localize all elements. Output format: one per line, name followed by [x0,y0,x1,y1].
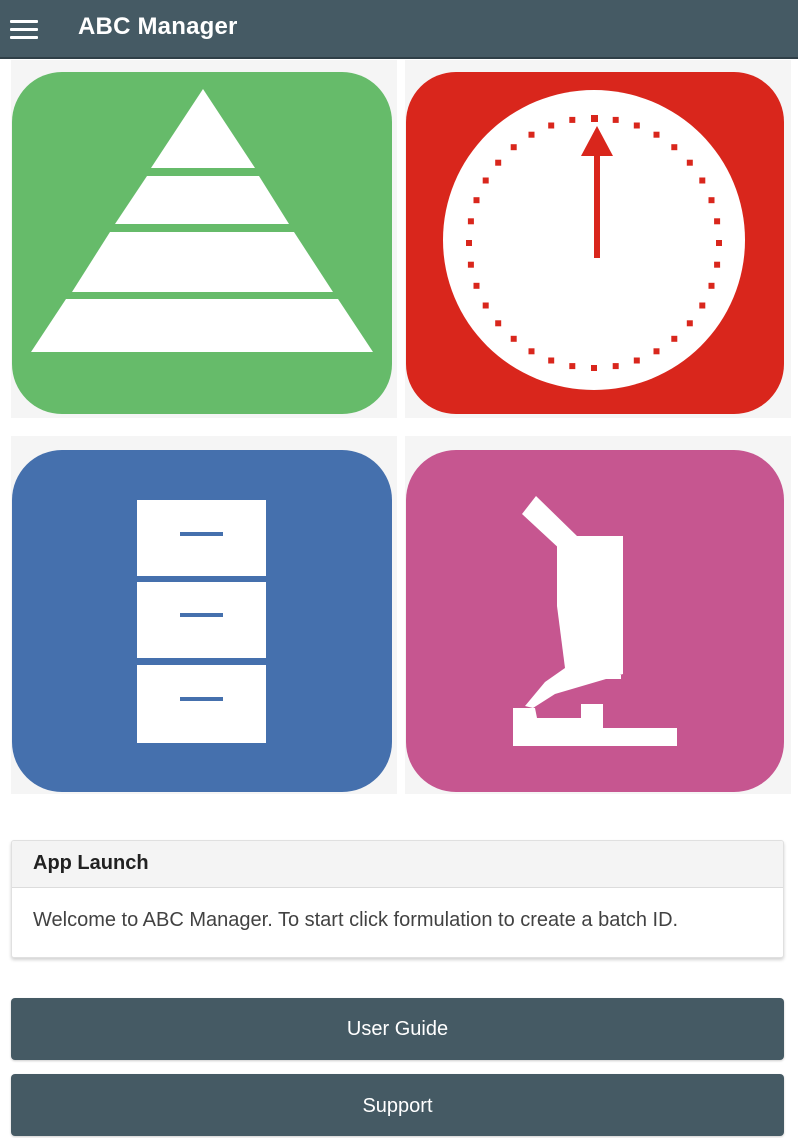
clock-dot [528,348,535,355]
clock-dot [569,116,576,123]
clock-dot [612,116,619,123]
clock-dot [714,218,721,225]
clock-dot [495,159,502,166]
clock-dot [699,302,706,309]
clock-dot [569,363,576,370]
clock-dot [653,131,660,138]
top-app-bar: ABC Manager [0,0,798,59]
app-launch-card: App Launch Welcome to ABC Manager. To st… [11,840,784,958]
clock-dot [473,282,480,289]
clock-dot [686,320,693,327]
pyramid-icon [12,72,392,414]
app-title: ABC Manager [78,13,238,40]
clock-dot [467,218,474,225]
clock-dot [466,240,472,246]
clock-dot [714,261,721,268]
microscope-icon [406,450,784,792]
card-message: Welcome to ABC Manager. To start click f… [33,909,679,931]
microscope-tile[interactable] [405,436,791,794]
support-button[interactable]: Support [11,1074,784,1136]
clock-dot [686,159,693,166]
clock-dot [716,240,722,246]
clock-dot [510,335,517,342]
clock-dot [671,335,678,342]
clock-dot [708,197,715,204]
clock-icon [406,72,784,414]
clock-dot [482,302,489,309]
clock-dot [708,282,715,289]
filing-cabinet-tile[interactable] [11,436,397,794]
clock-dot [633,357,640,364]
clock-dot [467,261,474,268]
user-guide-button[interactable]: User Guide [11,998,784,1060]
clock-dot [482,177,489,184]
clock-dot [591,115,598,122]
clock-dot [633,122,640,129]
clock-dot [548,357,555,364]
clock-dot [548,122,555,129]
clock-dot [653,348,660,355]
clock-dot [591,365,597,371]
hamburger-menu-icon[interactable] [10,17,40,43]
clock-tile[interactable] [405,60,791,418]
clock-dot [699,177,706,184]
pyramid-tile[interactable] [11,60,397,418]
clock-dot [473,197,480,204]
clock-dot [528,131,535,138]
card-title: App Launch [12,841,783,888]
clock-dot [495,320,502,327]
clock-dot [510,144,517,151]
clock-dot [612,363,619,370]
clock-dot [671,144,678,151]
filing-cabinet-icon [12,450,392,792]
